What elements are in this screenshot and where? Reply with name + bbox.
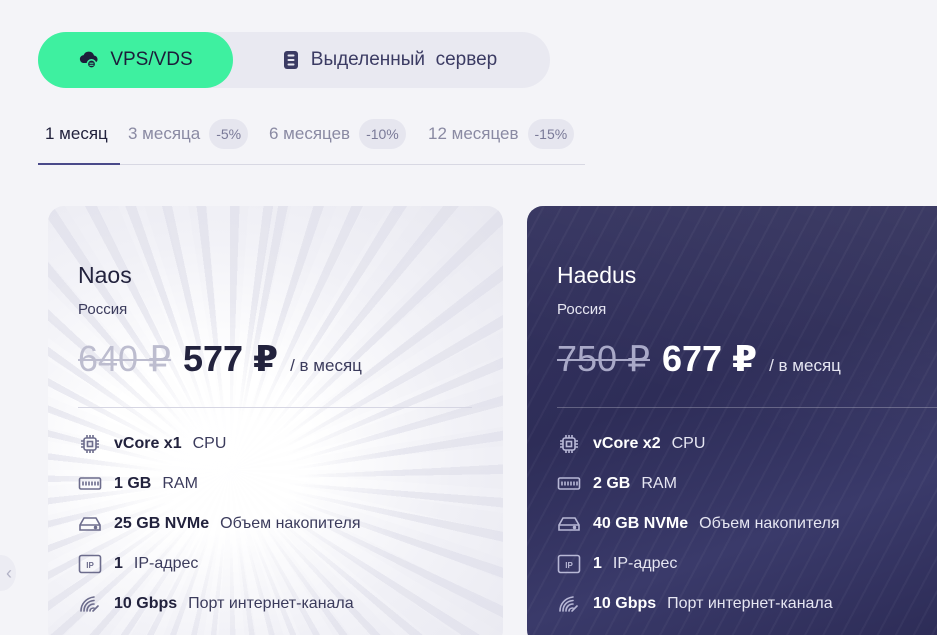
spec-label: Объем накопителя bbox=[699, 515, 840, 532]
discount-badge: -10% bbox=[359, 119, 406, 149]
server-icon bbox=[283, 50, 299, 70]
spec-value: 1 bbox=[114, 555, 123, 572]
spec-label: Объем накопителя bbox=[220, 515, 361, 532]
dedicated-server-label: Выделенный сервер bbox=[310, 49, 498, 70]
plan-name: Naos bbox=[78, 262, 132, 288]
price-period: / в месяц bbox=[290, 356, 362, 375]
vps-vds-toggle-button[interactable]: VPS/VDS bbox=[38, 32, 233, 88]
ip-icon: IP bbox=[78, 553, 104, 575]
spec-cpu: vCore x2 CPU bbox=[557, 432, 705, 456]
cpu-icon bbox=[78, 433, 104, 455]
dedicated-server-toggle-button[interactable]: Выделенный сервер bbox=[270, 32, 510, 88]
spec-network: 10 Gbps Порт интернет-канала bbox=[78, 592, 354, 616]
spec-label: IP-адрес bbox=[133, 555, 199, 572]
spec-value: 1 bbox=[593, 555, 602, 572]
current-price: 577 ₽ bbox=[182, 338, 279, 379]
current-price: 677 ₽ bbox=[661, 338, 758, 379]
spec-value: 1 GB bbox=[114, 475, 152, 492]
plan-location: Россия bbox=[78, 301, 128, 318]
tab-3-months[interactable]: 3 месяца -5% bbox=[128, 118, 249, 150]
cpu-icon bbox=[557, 433, 583, 455]
plan-card-naos[interactable]: Naos Россия 640 ₽ 577 ₽ / в месяц vCore … bbox=[48, 206, 503, 635]
active-tab-indicator bbox=[38, 163, 120, 165]
chevron-left-icon: ‹ bbox=[6, 562, 12, 583]
price-divider bbox=[78, 407, 472, 408]
price-divider bbox=[557, 407, 937, 408]
spec-label: RAM bbox=[162, 475, 198, 492]
tab-6-months[interactable]: 6 месяцев -10% bbox=[269, 118, 406, 150]
tab-12-months[interactable]: 12 месяцев -15% bbox=[428, 118, 575, 150]
spec-value: vCore x2 bbox=[593, 435, 661, 452]
spec-label: Порт интернет-канала bbox=[188, 595, 354, 612]
price-period: / в месяц bbox=[769, 356, 841, 375]
spec-value: 10 Gbps bbox=[593, 595, 657, 612]
pricing-page: VPS/VDS Выделенный сервер 1 месяц 3 меся… bbox=[0, 0, 937, 635]
cloud-server-icon bbox=[78, 50, 100, 70]
price-row: 640 ₽ 577 ₽ / в месяц bbox=[78, 338, 362, 388]
spec-value: 10 Gbps bbox=[114, 595, 178, 612]
old-price: 640 ₽ bbox=[78, 338, 171, 379]
spec-label: Порт интернет-канала bbox=[667, 595, 833, 612]
tab-label: 6 месяцев bbox=[269, 124, 351, 143]
spec-label: RAM bbox=[641, 475, 677, 492]
price-row: 750 ₽ 677 ₽ / в месяц bbox=[557, 338, 841, 388]
plan-name: Haedus bbox=[557, 262, 637, 288]
plan-location: Россия bbox=[557, 301, 607, 318]
spec-ip: IP 1 IP-адрес bbox=[78, 552, 198, 576]
spec-value: 2 GB bbox=[593, 475, 631, 492]
vps-vds-label: VPS/VDS bbox=[110, 49, 193, 70]
spec-ram: 1 GB RAM bbox=[78, 472, 198, 496]
spec-storage: 25 GB NVMe Объем накопителя bbox=[78, 512, 361, 536]
product-toggle: VPS/VDS Выделенный сервер bbox=[38, 32, 550, 88]
ram-icon bbox=[78, 473, 104, 495]
ip-icon: IP bbox=[557, 553, 583, 575]
ram-icon bbox=[557, 473, 583, 495]
tab-label: 3 месяца bbox=[128, 124, 201, 143]
billing-period-tabs: 1 месяц 3 месяца -5% 6 месяцев -10% 12 м… bbox=[38, 118, 585, 165]
storage-icon bbox=[78, 513, 104, 535]
storage-icon bbox=[557, 513, 583, 535]
old-price: 750 ₽ bbox=[557, 338, 650, 379]
svg-text:IP: IP bbox=[86, 561, 94, 570]
tab-label: 12 месяцев bbox=[428, 124, 519, 143]
spec-label: CPU bbox=[671, 435, 706, 452]
network-icon bbox=[78, 593, 104, 615]
spec-label: IP-адрес bbox=[612, 555, 678, 572]
svg-text:IP: IP bbox=[565, 561, 573, 570]
network-icon bbox=[557, 593, 583, 615]
spec-ram: 2 GB RAM bbox=[557, 472, 677, 496]
spec-value: vCore x1 bbox=[114, 435, 182, 452]
carousel-prev-button[interactable]: ‹ bbox=[0, 555, 16, 591]
spec-label: CPU bbox=[192, 435, 227, 452]
tab-1-month[interactable]: 1 месяц bbox=[45, 118, 108, 150]
plan-card-haedus[interactable]: Haedus Россия 750 ₽ 677 ₽ / в месяц vCor… bbox=[527, 206, 937, 635]
spec-value: 40 GB NVMe bbox=[593, 515, 689, 532]
spec-value: 25 GB NVMe bbox=[114, 515, 210, 532]
discount-badge: -5% bbox=[209, 119, 249, 149]
spec-cpu: vCore x1 CPU bbox=[78, 432, 226, 456]
discount-badge: -15% bbox=[527, 119, 575, 149]
spec-storage: 40 GB NVMe Объем накопителя bbox=[557, 512, 840, 536]
spec-ip: IP 1 IP-адрес bbox=[557, 552, 677, 576]
tab-label: 1 месяц bbox=[45, 124, 108, 143]
spec-network: 10 Gbps Порт интернет-канала bbox=[557, 592, 833, 616]
